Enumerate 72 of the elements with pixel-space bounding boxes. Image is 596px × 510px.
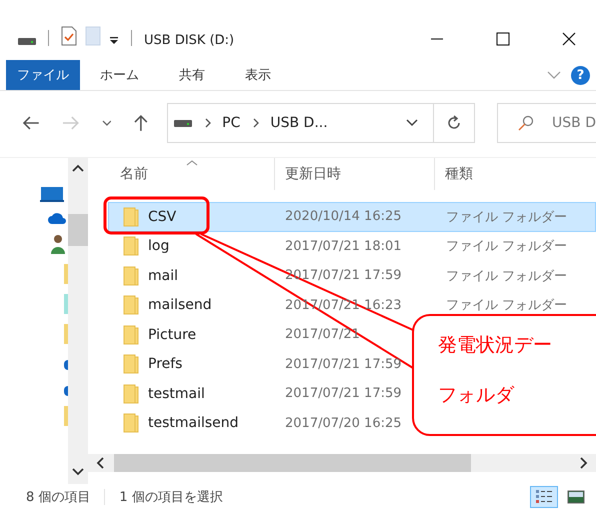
dropdown-icon[interactable] bbox=[404, 118, 419, 128]
window-title: USB DISK (D:) bbox=[144, 33, 234, 48]
modified-date: 2017/07/21 18:01 bbox=[285, 238, 402, 254]
folder-icon bbox=[123, 354, 139, 374]
scroll-right-icon[interactable] bbox=[580, 457, 588, 469]
file-name: testmail bbox=[148, 386, 205, 402]
column-header[interactable]: 更新日時 bbox=[285, 165, 341, 183]
file-name: mailsend bbox=[148, 297, 212, 314]
callout-text: 発電状況デー bbox=[438, 333, 553, 358]
dropdown-icon[interactable] bbox=[109, 36, 119, 46]
search-field[interactable]: USB D bbox=[497, 103, 596, 143]
drive-icon[interactable] bbox=[18, 36, 36, 46]
item-count: 8 個の項目 bbox=[26, 489, 90, 506]
column-header[interactable]: 種類 bbox=[445, 165, 473, 183]
properties-icon[interactable] bbox=[61, 26, 77, 46]
file-type: ファイル フォルダー bbox=[446, 238, 568, 256]
folder-icon bbox=[123, 295, 139, 316]
scroll-up-icon[interactable] bbox=[72, 164, 84, 172]
scrollbar-thumb[interactable] bbox=[114, 454, 471, 472]
chevron-right-icon[interactable] bbox=[252, 118, 260, 128]
recent-icon[interactable] bbox=[102, 119, 112, 127]
cloud-icon[interactable] bbox=[48, 212, 66, 224]
ribbon-tab[interactable]: 表示 bbox=[225, 60, 291, 90]
column-header[interactable]: 名前 bbox=[120, 165, 148, 183]
ribbon-tab[interactable]: ホーム bbox=[80, 60, 159, 90]
image-icon bbox=[567, 490, 585, 504]
file-name: log bbox=[148, 238, 170, 254]
folder-icon bbox=[123, 206, 139, 227]
back-icon[interactable] bbox=[22, 115, 40, 131]
file-type: ファイル フォルダー bbox=[446, 297, 568, 314]
file-tab[interactable]: ファイル bbox=[6, 60, 80, 90]
search-icon bbox=[518, 115, 534, 131]
file-name: CSV bbox=[148, 208, 176, 225]
modified-date: 2017/07/20 16:25 bbox=[285, 416, 402, 431]
folder-icon bbox=[123, 266, 139, 286]
list-icon bbox=[535, 489, 553, 505]
folder-icon bbox=[123, 236, 139, 256]
help-button[interactable]: ? bbox=[571, 66, 590, 84]
folder-icon bbox=[123, 384, 139, 404]
maximize-icon[interactable] bbox=[496, 32, 510, 46]
file-row[interactable]: CSV 2020/10/14 16:25 ファイル フォルダー bbox=[108, 202, 596, 232]
user-icon[interactable] bbox=[50, 234, 66, 254]
modified-date: 2017/07/21 bbox=[285, 327, 360, 342]
details-view-button[interactable] bbox=[530, 486, 558, 508]
up-icon[interactable] bbox=[133, 114, 150, 132]
file-name: mail bbox=[148, 268, 178, 284]
file-row[interactable]: testmailsend 2017/07/20 16:25 bbox=[108, 408, 596, 438]
file-name: Prefs bbox=[148, 356, 182, 372]
file-name: testmailsend bbox=[148, 415, 239, 432]
modified-date: 2017/07/21 17:59 bbox=[285, 386, 402, 402]
close-icon[interactable] bbox=[562, 32, 576, 46]
monitor-icon[interactable] bbox=[40, 186, 64, 202]
chevron-right-icon[interactable] bbox=[204, 118, 212, 128]
file-name: Picture bbox=[148, 326, 196, 343]
folder-icon bbox=[123, 324, 139, 345]
breadcrumb[interactable]: USB D... bbox=[270, 115, 328, 131]
breadcrumb[interactable]: PC bbox=[222, 115, 240, 131]
chevron-icon[interactable] bbox=[547, 70, 561, 80]
scrollbar-thumb[interactable] bbox=[68, 214, 88, 246]
modified-date: 2017/07/21 17:59 bbox=[285, 356, 402, 372]
ribbon-tab[interactable]: 共有 bbox=[159, 60, 225, 90]
folder-icon bbox=[123, 413, 139, 434]
file-type: ファイル フォルダー bbox=[446, 268, 568, 285]
file-type: ファイル フォルダー bbox=[446, 208, 568, 226]
selection-count: 1 個の項目を選択 bbox=[119, 489, 223, 506]
scroll-down-icon[interactable] bbox=[72, 468, 84, 476]
callout-text: フォルダ bbox=[438, 383, 516, 408]
modified-date: 2020/10/14 16:25 bbox=[285, 209, 402, 224]
file-row[interactable]: log 2017/07/21 18:01 ファイル フォルダー bbox=[108, 232, 596, 261]
refresh-icon[interactable] bbox=[446, 115, 462, 131]
drive-icon bbox=[174, 118, 192, 128]
scroll-left-icon[interactable] bbox=[96, 457, 104, 469]
